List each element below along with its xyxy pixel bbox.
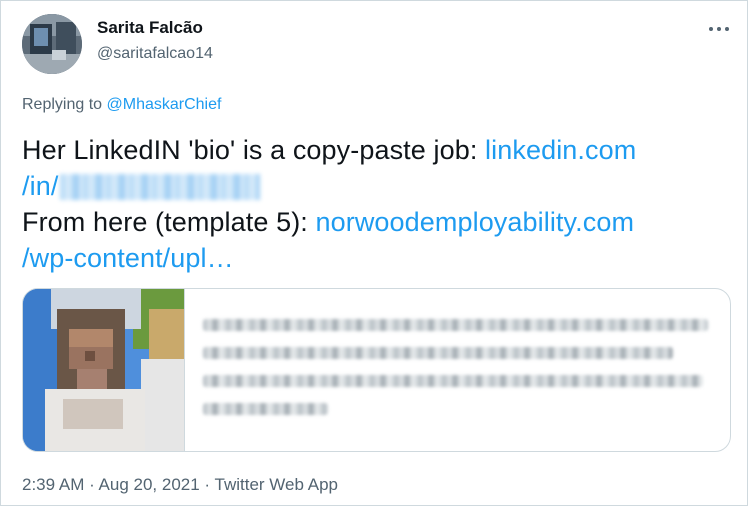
display-name[interactable]: Sarita Falcão — [97, 18, 203, 38]
linkedin-link-path: /in/ — [22, 171, 59, 201]
tweet-date[interactable]: Aug 20, 2021 — [99, 475, 200, 494]
redacted-line — [203, 347, 673, 359]
redacted-line — [203, 375, 703, 387]
tweet-metadata: 2:39 AM · Aug 20, 2021 · Twitter Web App — [22, 475, 338, 495]
redacted-line — [203, 403, 328, 415]
redacted-line — [203, 319, 708, 331]
tweet-text-line1: Her LinkedIN 'bio' is a copy-paste job: — [22, 135, 486, 165]
tweet-source[interactable]: Twitter Web App — [215, 475, 338, 494]
tweet-time[interactable]: 2:39 AM — [22, 475, 84, 494]
user-handle[interactable]: @saritafalcao14 — [97, 45, 213, 63]
redacted-card-text — [203, 319, 723, 431]
avatar-image — [22, 14, 82, 74]
avatar[interactable] — [22, 14, 82, 74]
tweet-text-line3: From here (template 5): — [22, 207, 316, 237]
replying-to: Replying to @MhaskarChief — [22, 96, 221, 114]
reply-target-link[interactable]: @MhaskarChief — [107, 96, 222, 113]
more-horizontal-icon — [709, 27, 713, 31]
tweet-text: Her LinkedIN 'bio' is a copy-paste job: … — [22, 132, 732, 276]
more-dot — [725, 27, 729, 31]
tweet-container: Sarita Falcão @saritafalcao14 Replying t… — [0, 0, 748, 506]
norwood-link-domain: norwoodemployability.com — [315, 207, 635, 237]
norwood-link-path: /wp-content/upl… — [22, 243, 234, 273]
blurred-thumbnail-image — [23, 289, 184, 451]
link-preview-card[interactable] — [22, 288, 731, 452]
replying-to-label: Replying to — [22, 96, 103, 113]
card-thumbnail — [23, 289, 185, 451]
linkedin-link-domain: linkedin.com — [485, 135, 637, 165]
redacted-link-text — [60, 174, 261, 200]
meta-separator: · — [84, 475, 99, 494]
more-options-button[interactable] — [701, 15, 737, 43]
meta-separator: · — [199, 475, 215, 494]
more-dot — [717, 27, 721, 31]
